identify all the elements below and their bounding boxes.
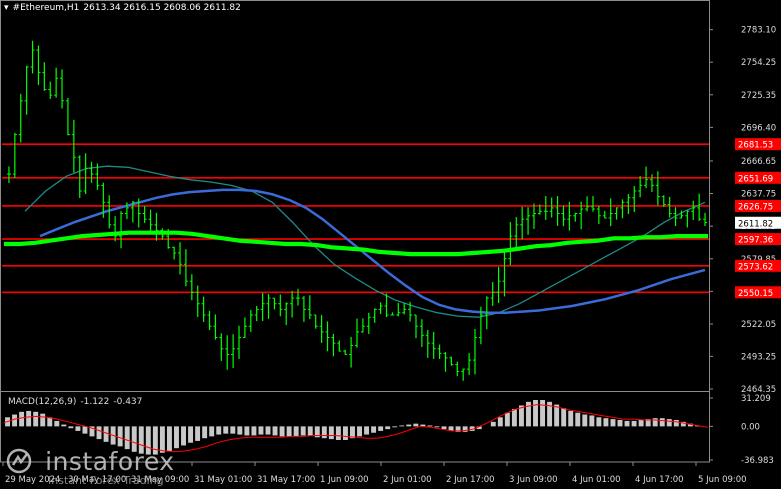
x-tick-label: 2 Jun 01:00 — [383, 475, 432, 485]
x-tick-label: 31 May 17:00 — [257, 475, 315, 485]
macd-name: MACD(12,26,9) — [8, 397, 77, 407]
watermark-tagline: Instant Forex Trading — [48, 474, 164, 487]
x-tick-label: 3 Jun 09:00 — [509, 475, 558, 485]
level-label: 2681.53 — [738, 141, 773, 151]
level-label: 2626.75 — [738, 202, 773, 212]
macd-y-tick-label: -36.983 — [741, 456, 774, 466]
level-label: 2550.15 — [738, 289, 773, 299]
level-label: 2651.69 — [738, 174, 773, 184]
x-tick-label: 4 Jun 01:00 — [572, 475, 621, 485]
macd-value-main: -1.122 — [80, 397, 110, 407]
macd-signal-line — [3, 404, 709, 453]
x-tick-label: 2 Jun 17:00 — [446, 475, 495, 485]
y-tick-label: 2783.10 — [741, 26, 776, 36]
instaforex-logo-icon — [6, 448, 32, 474]
watermark-brand: instaforex — [45, 446, 175, 476]
macd-header: MACD(12,26,9) -1.122 -0.437 — [8, 397, 146, 407]
macd-y-tick-label: 0.00 — [741, 422, 760, 432]
y-tick-label: 2637.75 — [741, 190, 776, 200]
x-tick-label: 31 May 01:00 — [194, 475, 252, 485]
x-tick-label: 5 Jun 09:00 — [698, 475, 747, 485]
price-chart[interactable]: 2783.10 2754.25 2725.35 2696.40 2666.65 2637.… — [0, 0, 781, 489]
y-tick-label: 2493.25 — [741, 352, 776, 362]
menu-triangle-icon[interactable]: ▾ — [4, 3, 9, 13]
instaforex-watermark: instaforex Instant Forex Trading — [4, 446, 175, 487]
symbol-label: #Ethereum,H1 — [12, 3, 80, 13]
level-label: 2597.36 — [738, 236, 773, 246]
macd-y-tick-label: 31.209 — [741, 394, 771, 404]
macd-value-signal: -0.437 — [113, 397, 143, 407]
x-tick-label: 1 Jun 09:00 — [320, 475, 369, 485]
y-tick-label: 2696.40 — [741, 123, 776, 133]
chart-frame — [0, 0, 710, 463]
y-tick-label: 2725.35 — [741, 91, 776, 101]
x-tick-label: 4 Jun 17:00 — [635, 475, 684, 485]
y-tick-label: 2522.05 — [741, 320, 776, 330]
current-price-label: 2611.82 — [738, 219, 773, 229]
ma-fast-line — [4, 230, 708, 257]
y-tick-label: 2754.25 — [741, 58, 776, 68]
y-tick-label: 2666.65 — [741, 157, 776, 167]
ohlc-values: 2613.34 2616.15 2608.06 2611.82 — [83, 3, 241, 13]
level-label: 2573.62 — [738, 262, 773, 272]
chart-header: ▾ #Ethereum,H1 2613.34 2616.15 2608.06 261… — [4, 3, 245, 13]
